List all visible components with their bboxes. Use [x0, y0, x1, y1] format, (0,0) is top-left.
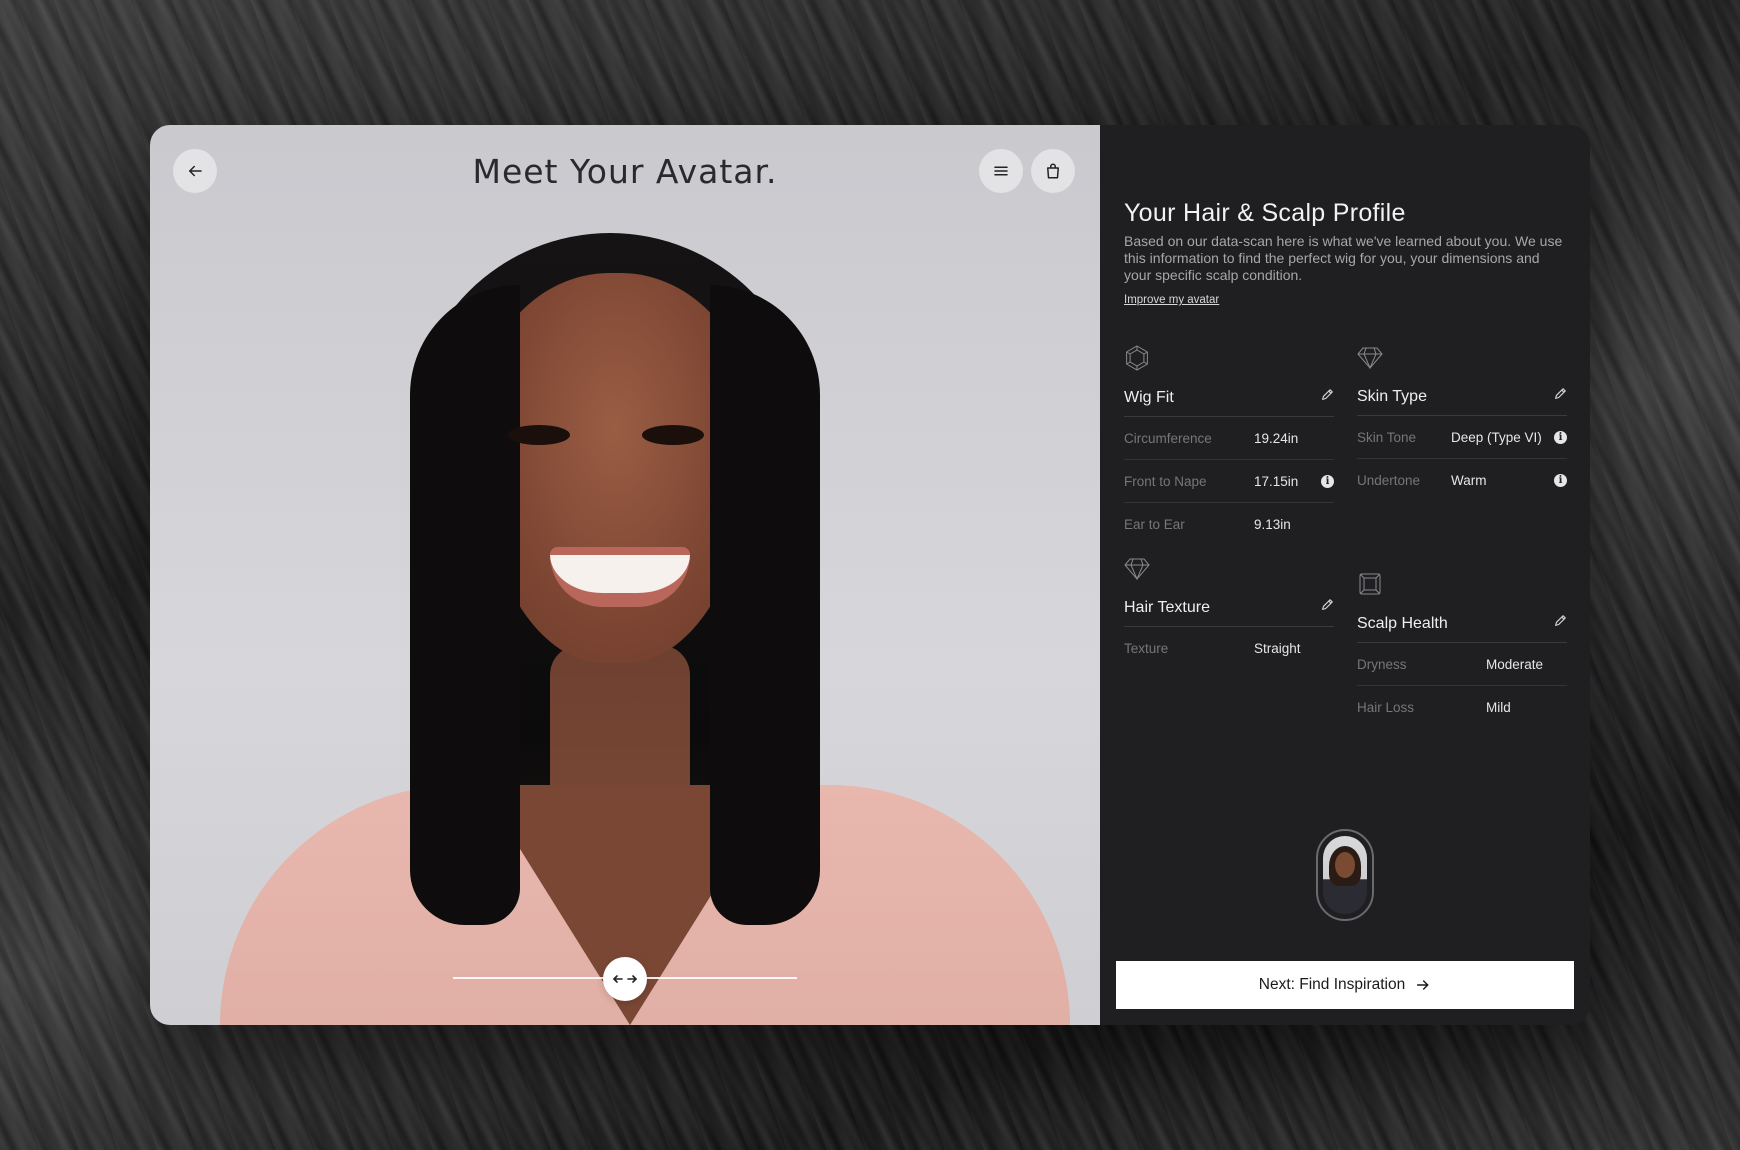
wig-fit-header: Wig Fit	[1124, 388, 1334, 417]
avatar-thumbnail[interactable]	[1316, 829, 1374, 921]
info-icon[interactable]: i	[1554, 430, 1567, 444]
avatar-eye-left	[508, 425, 570, 445]
row-key: Hair Loss	[1357, 700, 1415, 715]
profile-panel: Your Hair & Scalp Profile Based on our d…	[1100, 125, 1590, 1025]
avatar-photo-panel: Meet Your Avatar.	[150, 125, 1100, 1025]
hair-texture-label: Hair Texture	[1124, 598, 1210, 616]
row-key: Skin Tone	[1357, 429, 1417, 445]
skin-type-row: Undertone Warm i	[1357, 459, 1567, 502]
scalp-health-row: Dryness Moderate	[1357, 643, 1567, 686]
hair-texture-header: Hair Texture	[1124, 598, 1334, 627]
gem-square-icon	[1359, 573, 1381, 595]
menu-button[interactable]	[979, 149, 1023, 193]
scalp-health-label: Scalp Health	[1357, 614, 1448, 632]
arrow-left-icon	[189, 165, 202, 177]
hair-texture-section: Hair Texture Texture Straight	[1124, 555, 1334, 670]
skin-type-header: Skin Type	[1357, 387, 1567, 416]
hair-texture-row: Texture Straight	[1124, 627, 1334, 670]
cart-button[interactable]	[1031, 149, 1075, 193]
compare-slider-handle[interactable]	[603, 957, 647, 1001]
skin-type-row: Skin Tone Deep (Type VI) i	[1357, 416, 1567, 459]
row-value: Warm	[1451, 473, 1487, 488]
row-value: Mild	[1486, 700, 1511, 715]
row-value: Deep (Type VI)	[1451, 429, 1542, 445]
wig-fit-edit-button[interactable]	[1320, 388, 1334, 407]
row-key: Front to Nape	[1124, 473, 1207, 489]
next-find-inspiration-button[interactable]: Next: Find Inspiration	[1116, 961, 1574, 1009]
avatar-hair-left	[410, 285, 520, 925]
next-button-label: Next: Find Inspiration	[1258, 976, 1406, 993]
scalp-health-row: Hair Loss Mild	[1357, 686, 1567, 729]
row-value: 9.13in	[1254, 517, 1291, 532]
skin-type-section: Skin Type Skin Tone Deep (Type VI) i Und…	[1357, 344, 1567, 502]
pencil-icon	[1555, 388, 1566, 399]
diamond-icon	[1357, 347, 1383, 370]
info-icon[interactable]: i	[1321, 474, 1334, 488]
hexagon-cube-icon	[1126, 345, 1148, 371]
profile-title: Your Hair & Scalp Profile	[1124, 199, 1406, 227]
pencil-icon	[1555, 615, 1566, 626]
row-value: Moderate	[1486, 656, 1544, 672]
scalp-health-header: Scalp Health	[1357, 614, 1567, 643]
hair-texture-edit-button[interactable]	[1320, 598, 1334, 617]
info-icon[interactable]: i	[1554, 474, 1567, 487]
row-value: Straight	[1254, 641, 1301, 656]
avatar-hair-right	[710, 285, 820, 925]
skin-type-label: Skin Type	[1357, 387, 1427, 405]
wig-fit-row: Circumference 19.24in	[1124, 417, 1334, 460]
diamond-icon	[1124, 558, 1150, 581]
hamburger-menu-icon	[994, 166, 1008, 176]
scalp-health-section: Scalp Health Dryness Moderate Hair Loss …	[1357, 571, 1567, 729]
thumbnail-face	[1335, 852, 1355, 878]
pencil-icon	[1322, 389, 1333, 400]
row-value: 19.24in	[1254, 430, 1299, 446]
row-key: Undertone	[1357, 473, 1421, 488]
shopping-bag-icon	[1047, 163, 1059, 179]
page-title: Meet Your Avatar.	[472, 152, 778, 191]
skin-type-edit-button[interactable]	[1553, 387, 1567, 406]
avatar-card: Meet Your Avatar. Your Hair & Scalp Prof…	[150, 125, 1590, 1025]
wig-fit-label: Wig Fit	[1124, 388, 1174, 406]
avatar-thumbnail-image	[1323, 836, 1367, 914]
improve-avatar-link[interactable]: Improve my avatar	[1124, 294, 1219, 306]
row-key: Circumference	[1124, 430, 1212, 446]
back-button[interactable]	[173, 149, 217, 193]
wig-fit-row: Front to Nape 17.15in i	[1124, 460, 1334, 503]
wig-fit-section: Wig Fit Circumference 19.24in Front to N…	[1124, 345, 1334, 546]
row-key: Texture	[1124, 641, 1169, 656]
row-value: 17.15in	[1254, 473, 1299, 489]
scalp-health-edit-button[interactable]	[1553, 614, 1567, 633]
row-key: Ear to Ear	[1124, 517, 1185, 532]
compare-arrows-icon	[613, 975, 637, 983]
pencil-icon	[1322, 599, 1333, 610]
profile-description: Based on our data-scan here is what we'v…	[1124, 233, 1563, 283]
row-key: Dryness	[1357, 656, 1407, 672]
avatar-eye-right	[642, 425, 704, 445]
wig-fit-row: Ear to Ear 9.13in	[1124, 503, 1334, 546]
arrow-right-icon	[1417, 980, 1429, 990]
